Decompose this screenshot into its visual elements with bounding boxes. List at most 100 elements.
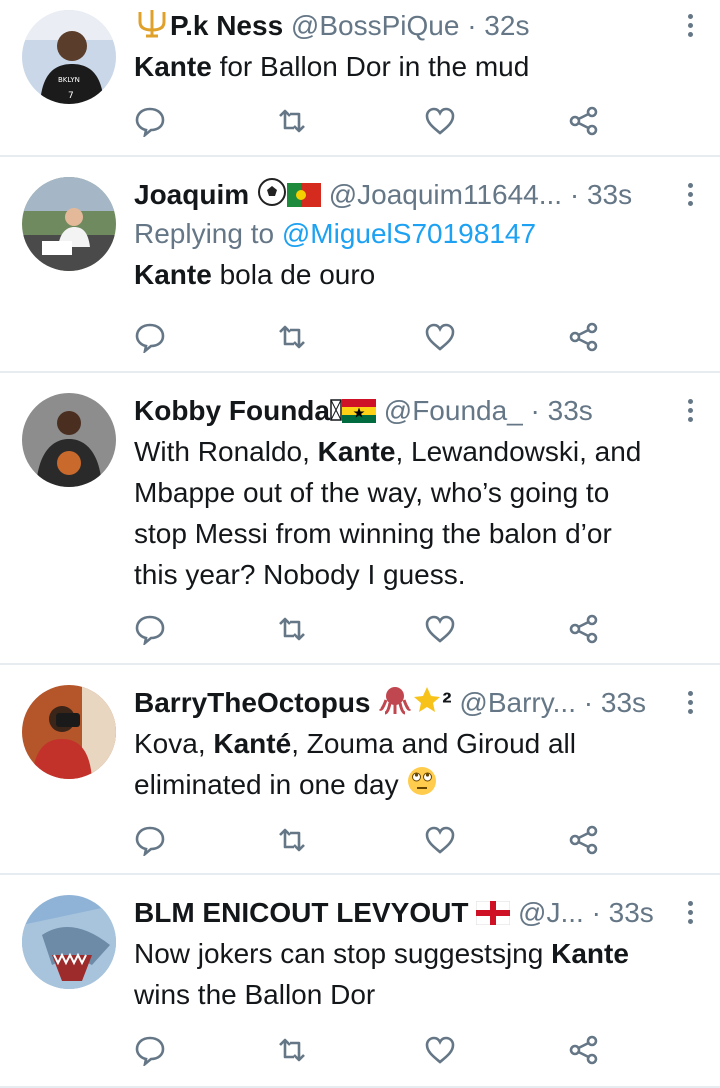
svg-text:BKLYN: BKLYN	[58, 76, 80, 84]
like-button[interactable]	[420, 609, 460, 649]
like-button[interactable]	[420, 101, 460, 141]
highlighted-keyword: Kante	[317, 436, 396, 467]
text-segment: , Zouma and Giroud all	[291, 728, 576, 759]
tweet-text: Kova, Kanté, Zouma and Giroud all elimin…	[134, 723, 668, 808]
more-vertical-icon[interactable]	[686, 691, 694, 718]
text-segment: wins the Ballon Dor	[134, 979, 376, 1010]
tweet[interactable]: BarryTheOctopus ² @Barry... · 33s Kova, …	[0, 665, 720, 875]
heart-icon	[425, 615, 455, 643]
star-emoji-icon	[412, 685, 442, 721]
avatar[interactable]	[22, 393, 116, 487]
text-segment: eliminated in one day	[134, 769, 407, 800]
timestamp[interactable]: · 33s	[592, 897, 654, 928]
timestamp[interactable]: · 32s	[467, 10, 529, 41]
like-button[interactable]	[420, 820, 460, 860]
svg-text:7: 7	[68, 91, 74, 101]
heart-icon	[425, 826, 455, 854]
retweet-icon	[279, 828, 305, 852]
reply-button[interactable]	[130, 1030, 170, 1070]
handle[interactable]: @Barry...	[459, 687, 576, 718]
handle[interactable]: @Founda_	[384, 395, 523, 426]
text-line: eliminated in one day	[134, 764, 668, 808]
share-icon	[569, 614, 598, 644]
share-button[interactable]	[564, 317, 604, 357]
share-icon	[569, 1035, 598, 1065]
octopus-emoji-icon	[378, 685, 412, 721]
reply-button[interactable]	[130, 820, 170, 860]
more-vertical-icon[interactable]	[686, 399, 694, 426]
highlighted-keyword: Kante	[134, 51, 212, 82]
heart-icon	[425, 107, 455, 135]
heart-icon	[425, 1036, 455, 1064]
share-button[interactable]	[564, 1030, 604, 1070]
name-suffix: ²	[442, 687, 452, 718]
display-name[interactable]: Joaquim	[134, 179, 249, 210]
text-segment: bola de ouro	[211, 259, 376, 290]
more-vertical-icon[interactable]	[686, 901, 694, 928]
share-button[interactable]	[564, 820, 604, 860]
like-button[interactable]	[420, 1030, 460, 1070]
timestamp[interactable]: · 33s	[570, 179, 632, 210]
handle[interactable]: @J...	[518, 897, 584, 928]
handle[interactable]: @Joaquim11644...	[329, 179, 562, 210]
heart-icon	[425, 323, 455, 351]
like-button[interactable]	[420, 317, 460, 357]
retweet-button[interactable]	[272, 609, 312, 649]
text-segment: for Ballon Dor in the mud	[211, 51, 530, 82]
comment-icon	[135, 323, 165, 353]
tweet-text: Kante bola de ouro	[134, 254, 668, 295]
highlighted-keyword: Kante	[551, 938, 629, 969]
replying-to-label: Replying to	[134, 218, 275, 249]
retweet-button[interactable]	[272, 1030, 312, 1070]
reply-button[interactable]	[130, 317, 170, 357]
tweet-actions	[134, 317, 614, 357]
retweet-button[interactable]	[272, 820, 312, 860]
comment-icon	[135, 615, 165, 645]
more-vertical-icon[interactable]	[686, 183, 694, 210]
display-name[interactable]: BarryTheOctopus	[134, 687, 371, 718]
avatar[interactable]	[22, 685, 116, 779]
comment-icon	[135, 1036, 165, 1066]
soccer-ball-emoji-icon	[257, 177, 287, 213]
eye-roll-face-emoji-icon	[406, 765, 438, 808]
tweet-actions	[134, 1030, 614, 1070]
text-line: Mbappe out of the way, who’s going to	[134, 472, 668, 513]
retweet-button[interactable]	[272, 101, 312, 141]
reply-button[interactable]	[130, 101, 170, 141]
tweet-actions	[134, 820, 614, 860]
display-name[interactable]: BLM ENICOUT LEVYOUT	[134, 897, 468, 928]
timestamp[interactable]: · 33s	[531, 395, 593, 426]
avatar[interactable]	[22, 895, 116, 989]
handle[interactable]: @BossPiQue	[291, 10, 460, 41]
share-icon	[569, 825, 598, 855]
text-line: Kova, Kanté, Zouma and Giroud all	[134, 723, 668, 764]
text-segment: this year? Nobody I guess.	[134, 559, 466, 590]
highlighted-keyword: Kante	[134, 259, 212, 290]
reply-button[interactable]	[130, 609, 170, 649]
display-name[interactable]: P.k Ness	[170, 10, 283, 41]
share-button[interactable]	[564, 101, 604, 141]
highlighted-keyword: Kanté	[213, 728, 292, 759]
share-button[interactable]	[564, 609, 604, 649]
timestamp[interactable]: · 33s	[584, 687, 646, 718]
retweet-icon	[279, 109, 305, 133]
trident-emoji-icon	[134, 8, 170, 44]
text-segment: stop Messi from winning the balon d’or	[134, 518, 612, 549]
tweet[interactable]: BKLYN 7 P.k Ness @BossPiQue · 32s Kante …	[0, 0, 720, 157]
text-line: this year? Nobody I guess.	[134, 554, 668, 595]
text-segment: Kova,	[134, 728, 214, 759]
tweet[interactable]: BLM ENICOUT LEVYOUT @J... · 33s Now joke…	[0, 875, 720, 1088]
reply-mention-link[interactable]: @MiguelS70198147	[282, 218, 536, 249]
avatar[interactable]	[22, 177, 116, 271]
display-name[interactable]: Kobby Founda	[134, 395, 330, 426]
tweet[interactable]: Kobby Founda @Founda_ · 33s With Ronaldo…	[0, 373, 720, 665]
tweet[interactable]: Joaquim @Joaquim11644... · 33s Replying …	[0, 157, 720, 373]
text-segment: Mbappe out of the way, who’s going to	[134, 477, 610, 508]
retweet-icon	[279, 617, 305, 641]
tweet-actions	[134, 609, 614, 649]
tweet-actions	[134, 101, 614, 141]
more-vertical-icon[interactable]	[686, 14, 694, 41]
comment-icon	[135, 826, 165, 856]
avatar[interactable]: BKLYN 7	[22, 10, 116, 104]
retweet-button[interactable]	[272, 317, 312, 357]
